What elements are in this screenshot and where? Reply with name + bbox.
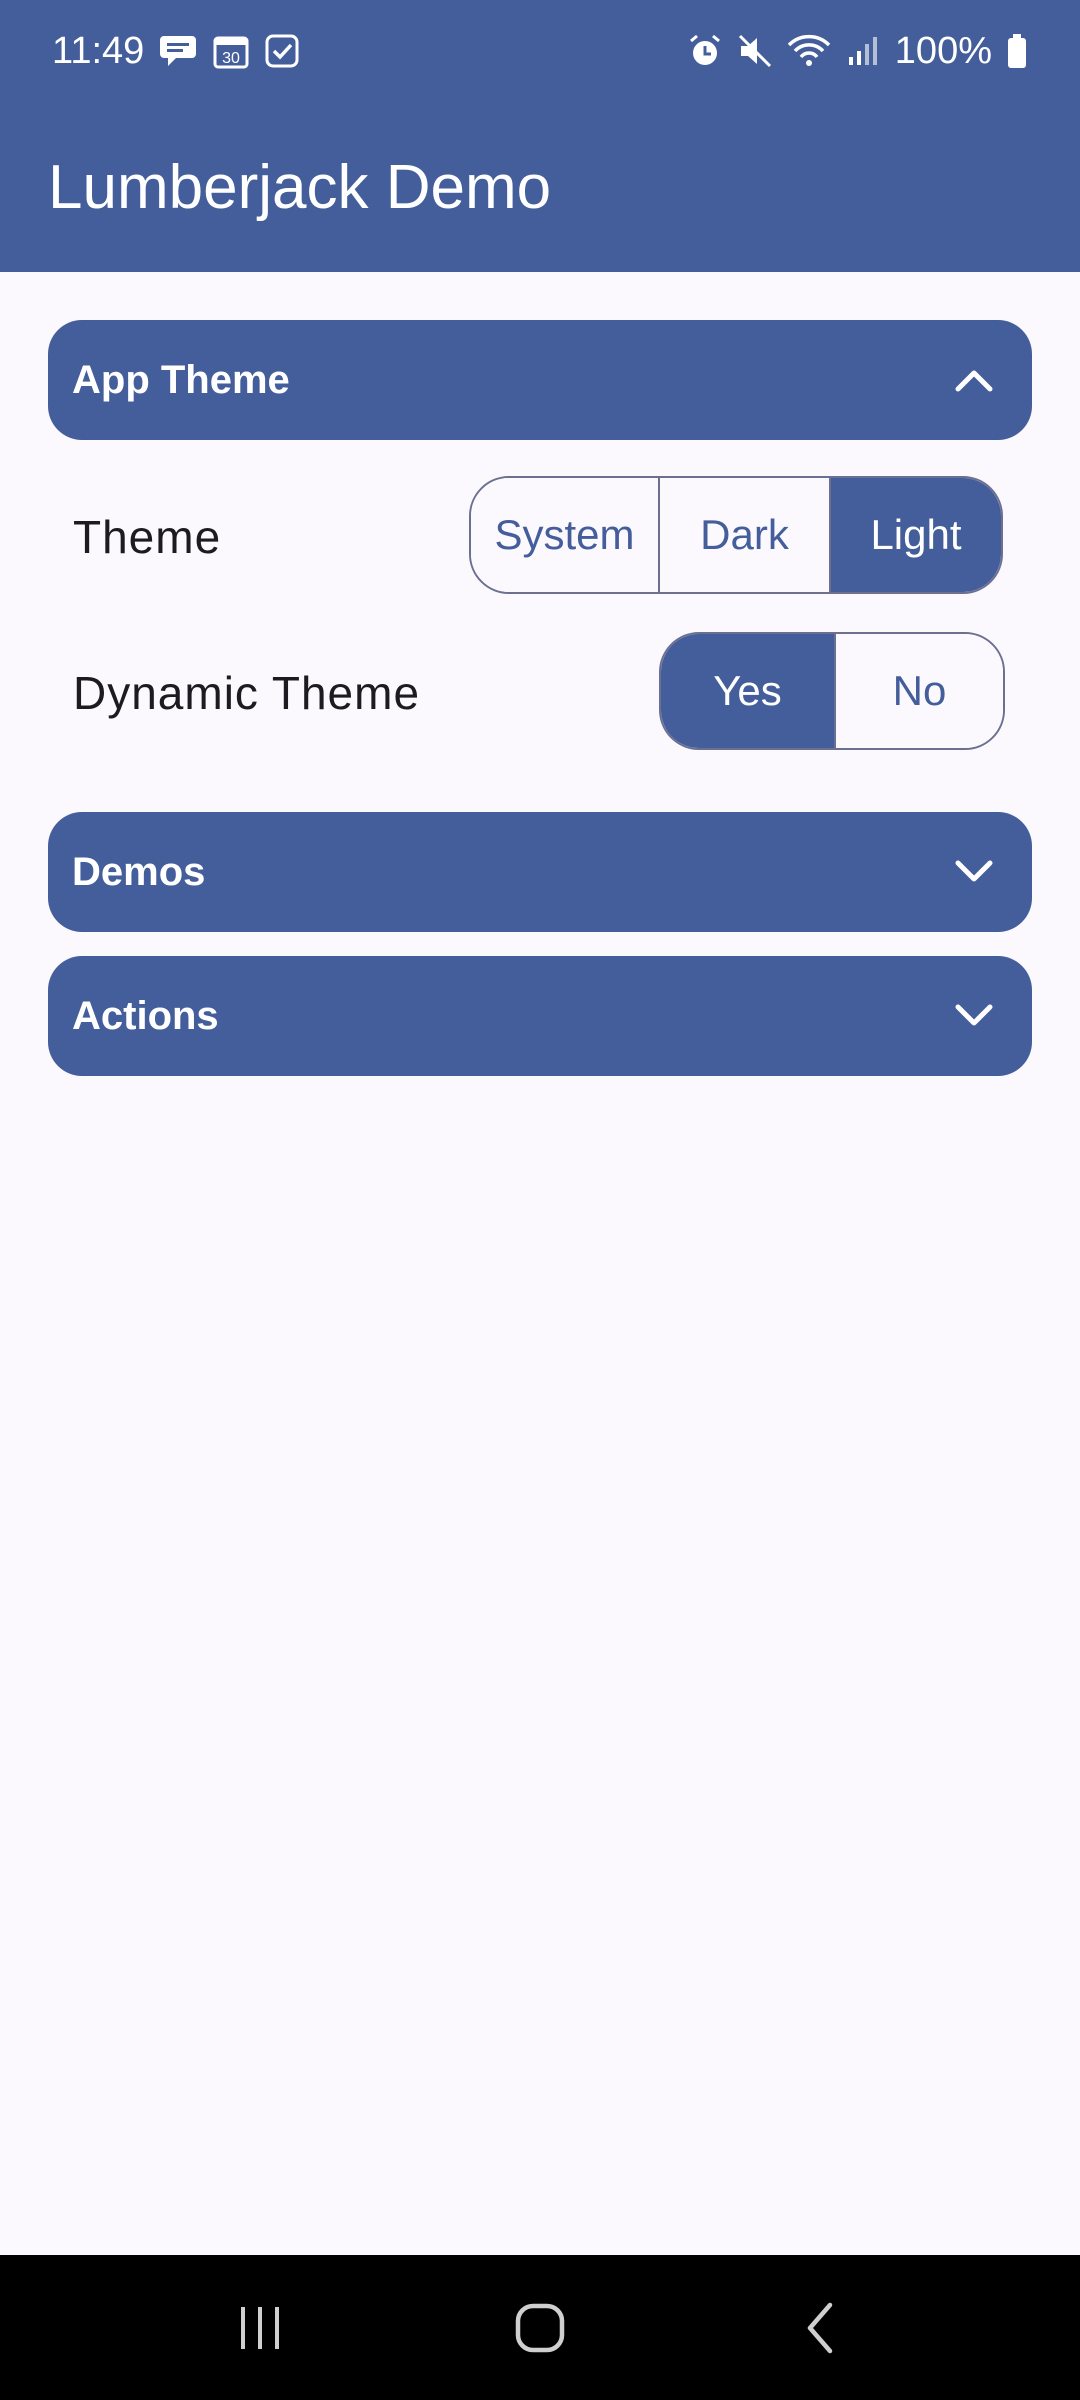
mute-icon — [737, 33, 773, 69]
dynamic-theme-segmented-control: Yes No — [659, 632, 1005, 750]
back-icon[interactable] — [775, 2283, 865, 2373]
checkbox-icon — [264, 33, 300, 69]
theme-option-dark[interactable]: Dark — [658, 478, 829, 592]
app-title: Lumberjack Demo — [48, 152, 552, 222]
section-app-theme-header[interactable]: App Theme — [48, 320, 1032, 440]
home-icon[interactable] — [495, 2283, 585, 2373]
theme-option-light[interactable]: Light — [829, 478, 1001, 592]
dynamic-theme-option-yes[interactable]: Yes — [661, 634, 834, 748]
status-bar: 11:49 30 100% — [0, 0, 1080, 102]
chevron-down-icon — [952, 850, 996, 894]
section-app-theme-title: App Theme — [72, 357, 290, 402]
theme-segmented-control: System Dark Light — [469, 476, 1003, 594]
battery-percent: 100% — [894, 29, 992, 72]
chat-bubble-icon — [158, 32, 198, 70]
section-demos-title: Demos — [72, 849, 206, 894]
section-demos-header[interactable]: Demos — [48, 812, 1032, 932]
status-right: 100% — [687, 30, 1028, 73]
app-bar: Lumberjack Demo — [0, 102, 1080, 272]
section-actions-header[interactable]: Actions — [48, 956, 1032, 1076]
battery-icon — [1006, 33, 1028, 69]
alarm-icon — [687, 33, 723, 69]
chevron-up-icon — [952, 358, 996, 402]
section-actions-title: Actions — [72, 993, 219, 1038]
system-nav-bar — [0, 2255, 1080, 2400]
dynamic-theme-label: Dynamic Theme — [73, 667, 421, 719]
dynamic-theme-option-no[interactable]: No — [834, 634, 1003, 748]
wifi-icon — [787, 33, 831, 69]
status-left: 11:49 30 — [52, 30, 300, 73]
theme-option-system[interactable]: System — [471, 478, 658, 592]
recent-apps-icon[interactable] — [215, 2283, 305, 2373]
calendar-day: 30 — [222, 50, 240, 67]
calendar-icon: 30 — [212, 32, 250, 70]
status-time: 11:49 — [52, 29, 145, 72]
theme-label: Theme — [73, 511, 222, 563]
chevron-down-icon — [952, 994, 996, 1038]
signal-icon — [845, 33, 881, 69]
